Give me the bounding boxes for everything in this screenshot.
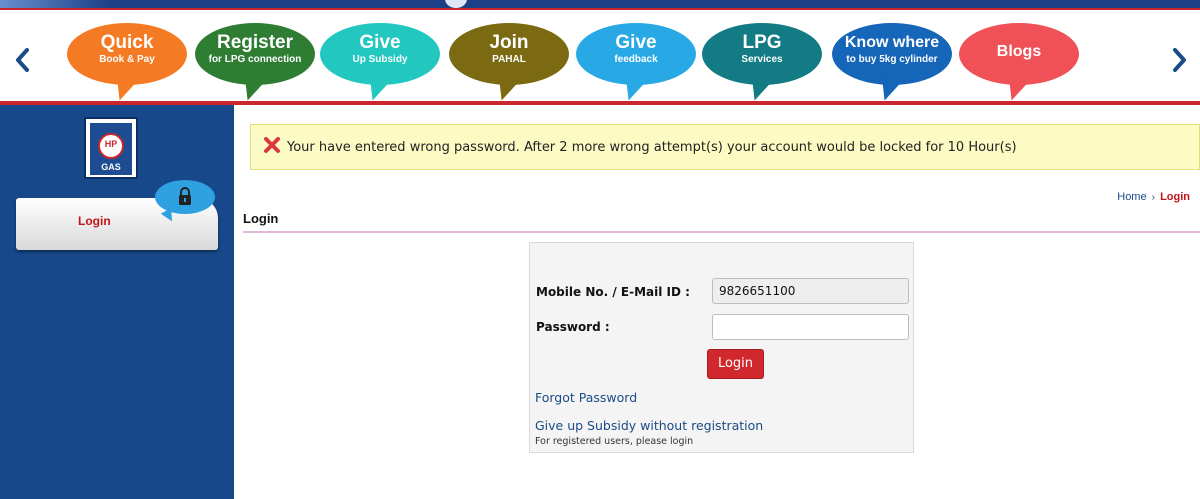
nav-item-subtitle: for LPG connection (208, 54, 302, 65)
hp-gas-logo[interactable]: HP GAS (84, 117, 138, 179)
forgot-password-link[interactable]: Forgot Password (535, 390, 637, 405)
nav-item-subtitle: Services (741, 54, 783, 65)
login-form: Mobile No. / E-Mail ID : 9826651100 Pass… (529, 242, 914, 453)
sidebar-item-label: Login (78, 214, 111, 228)
nav-item-subtitle: to buy 5kg cylinder (846, 54, 938, 65)
title-divider (243, 231, 1200, 233)
nav-item-title: LPG (742, 32, 782, 53)
password-field[interactable] (712, 314, 909, 340)
error-alert: Your have entered wrong password. After … (250, 124, 1200, 170)
top-banner (0, 0, 1200, 10)
banner-logo-edge (445, 0, 467, 8)
give-up-subsidy-link[interactable]: Give up Subsidy without registration (535, 418, 763, 433)
nav-item-subtitle: feedback (614, 54, 658, 65)
logo-gas-text: GAS (101, 162, 121, 172)
nav-item-title: Give (615, 32, 657, 53)
quick-links-carousel: Quick Book & Pay Register for LPG connec… (0, 10, 1200, 104)
nav-know-where[interactable]: Know where to buy 5kg cylinder (832, 23, 952, 104)
login-button[interactable]: Login (707, 349, 764, 379)
nav-join-pahal[interactable]: Join PAHAL (449, 23, 569, 104)
nav-quick-book-pay[interactable]: Quick Book & Pay (67, 23, 187, 104)
error-message: Your have entered wrong password. After … (287, 140, 1017, 155)
error-x-icon (264, 137, 280, 153)
breadcrumb: Home › Login (1117, 191, 1190, 203)
nav-item-title: Blogs (996, 43, 1042, 60)
lock-icon (179, 187, 191, 205)
password-label: Password : (536, 320, 610, 334)
nav-item-title: Know where (844, 34, 940, 51)
nav-item-title: Give (359, 32, 401, 53)
nav-item-subtitle: PAHAL (492, 54, 526, 65)
chevron-left-icon[interactable] (12, 46, 34, 74)
nav-lpg-services[interactable]: LPG Services (702, 23, 822, 104)
breadcrumb-current[interactable]: Login (1160, 191, 1190, 203)
lock-badge (155, 180, 215, 225)
breadcrumb-home[interactable]: Home (1117, 191, 1146, 203)
sidebar: HP GAS Login (0, 105, 234, 499)
page-title: Login (243, 211, 279, 226)
mobile-email-label: Mobile No. / E-Mail ID : (536, 285, 690, 299)
nav-register[interactable]: Register for LPG connection (195, 23, 315, 104)
chevron-right-icon[interactable] (1168, 46, 1190, 74)
nav-item-title: Join (489, 32, 529, 53)
breadcrumb-separator: › (1151, 192, 1155, 203)
mobile-email-field[interactable]: 9826651100 (712, 278, 909, 304)
nav-blogs[interactable]: Blogs (959, 23, 1079, 104)
nav-item-subtitle: Book & Pay (99, 54, 155, 65)
nav-give-up-subsidy[interactable]: Give Up Subsidy (320, 23, 440, 104)
logo-hp-text: HP (104, 139, 118, 149)
nav-item-title: Quick (100, 32, 154, 53)
nav-give-feedback[interactable]: Give feedback (576, 23, 696, 104)
nav-item-subtitle: Up Subsidy (352, 54, 408, 65)
registered-users-note: For registered users, please login (535, 436, 694, 447)
nav-item-title: Register (216, 32, 294, 53)
